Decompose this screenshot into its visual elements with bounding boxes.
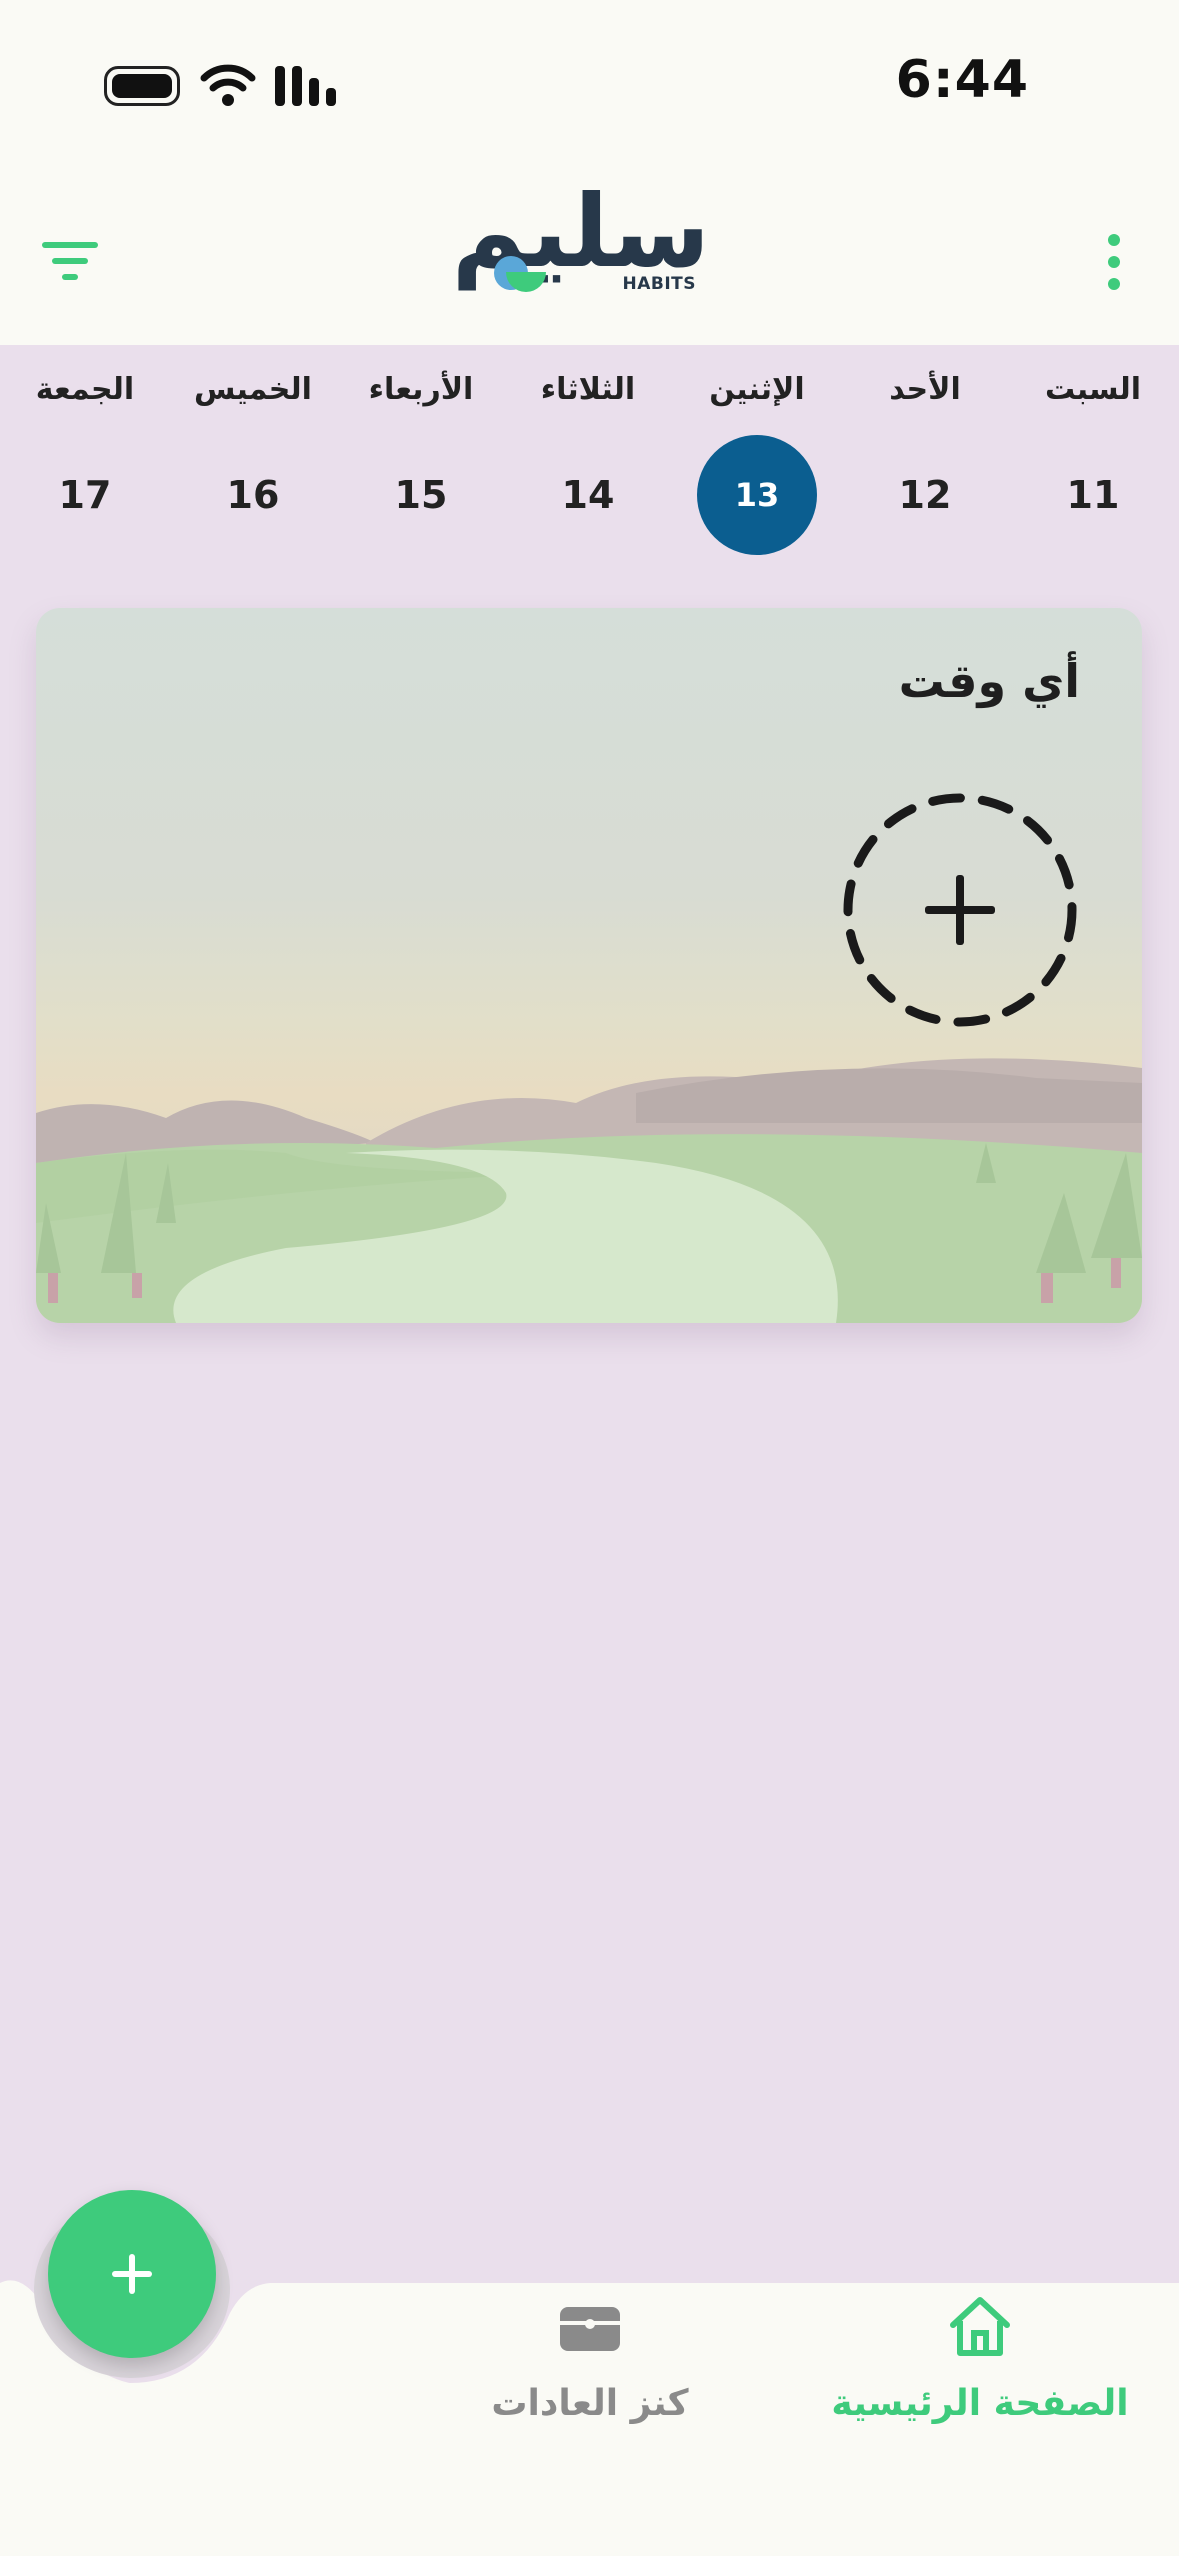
day-number: 16 bbox=[226, 473, 280, 517]
day-name: الإثنين bbox=[709, 372, 805, 407]
day-name: الأحد bbox=[889, 372, 961, 407]
card-title: أي وقت bbox=[898, 654, 1080, 708]
plus-icon bbox=[112, 2254, 152, 2294]
filter-icon[interactable] bbox=[40, 238, 100, 288]
day-number: 12 bbox=[898, 473, 952, 517]
day-name: الجمعة bbox=[35, 372, 135, 407]
nav-label: الصفحة الرئيسية bbox=[831, 2383, 1129, 2424]
day-name: الخميس bbox=[194, 372, 312, 407]
add-habit-button[interactable] bbox=[840, 790, 1080, 1030]
more-options-icon[interactable] bbox=[1107, 234, 1121, 290]
home-icon bbox=[950, 2297, 1010, 2356]
status-bar: 6:44 bbox=[0, 0, 1179, 170]
day-name: السبت bbox=[1044, 372, 1142, 407]
cellular-signal-icon bbox=[275, 66, 336, 106]
app-header: سليم HABITS bbox=[0, 170, 1179, 345]
anytime-habits-card: أي وقت bbox=[36, 608, 1142, 1323]
day-number: 11 bbox=[1066, 473, 1120, 517]
nav-label: كنز العادات bbox=[491, 2383, 689, 2424]
add-fab-button[interactable] bbox=[48, 2190, 216, 2358]
landscape-illustration bbox=[36, 1058, 1142, 1323]
app-logo: سليم HABITS bbox=[452, 182, 710, 310]
battery-icon bbox=[104, 66, 180, 106]
wifi-icon bbox=[200, 64, 256, 106]
status-time: 6:44 bbox=[895, 50, 1029, 110]
logo-subtext: HABITS bbox=[622, 274, 696, 294]
day-number: 13 bbox=[697, 435, 817, 555]
treasure-chest-icon bbox=[560, 2307, 620, 2351]
day-number: 15 bbox=[394, 473, 448, 517]
day-number: 17 bbox=[58, 473, 112, 517]
day-name: الثلاثاء bbox=[540, 372, 636, 407]
day-number: 14 bbox=[561, 473, 615, 517]
week-day-selector: الجمعة 17 الخميس 16 الأربعاء 15 الثلاثاء… bbox=[0, 360, 1179, 570]
day-name: الأربعاء bbox=[368, 372, 474, 407]
